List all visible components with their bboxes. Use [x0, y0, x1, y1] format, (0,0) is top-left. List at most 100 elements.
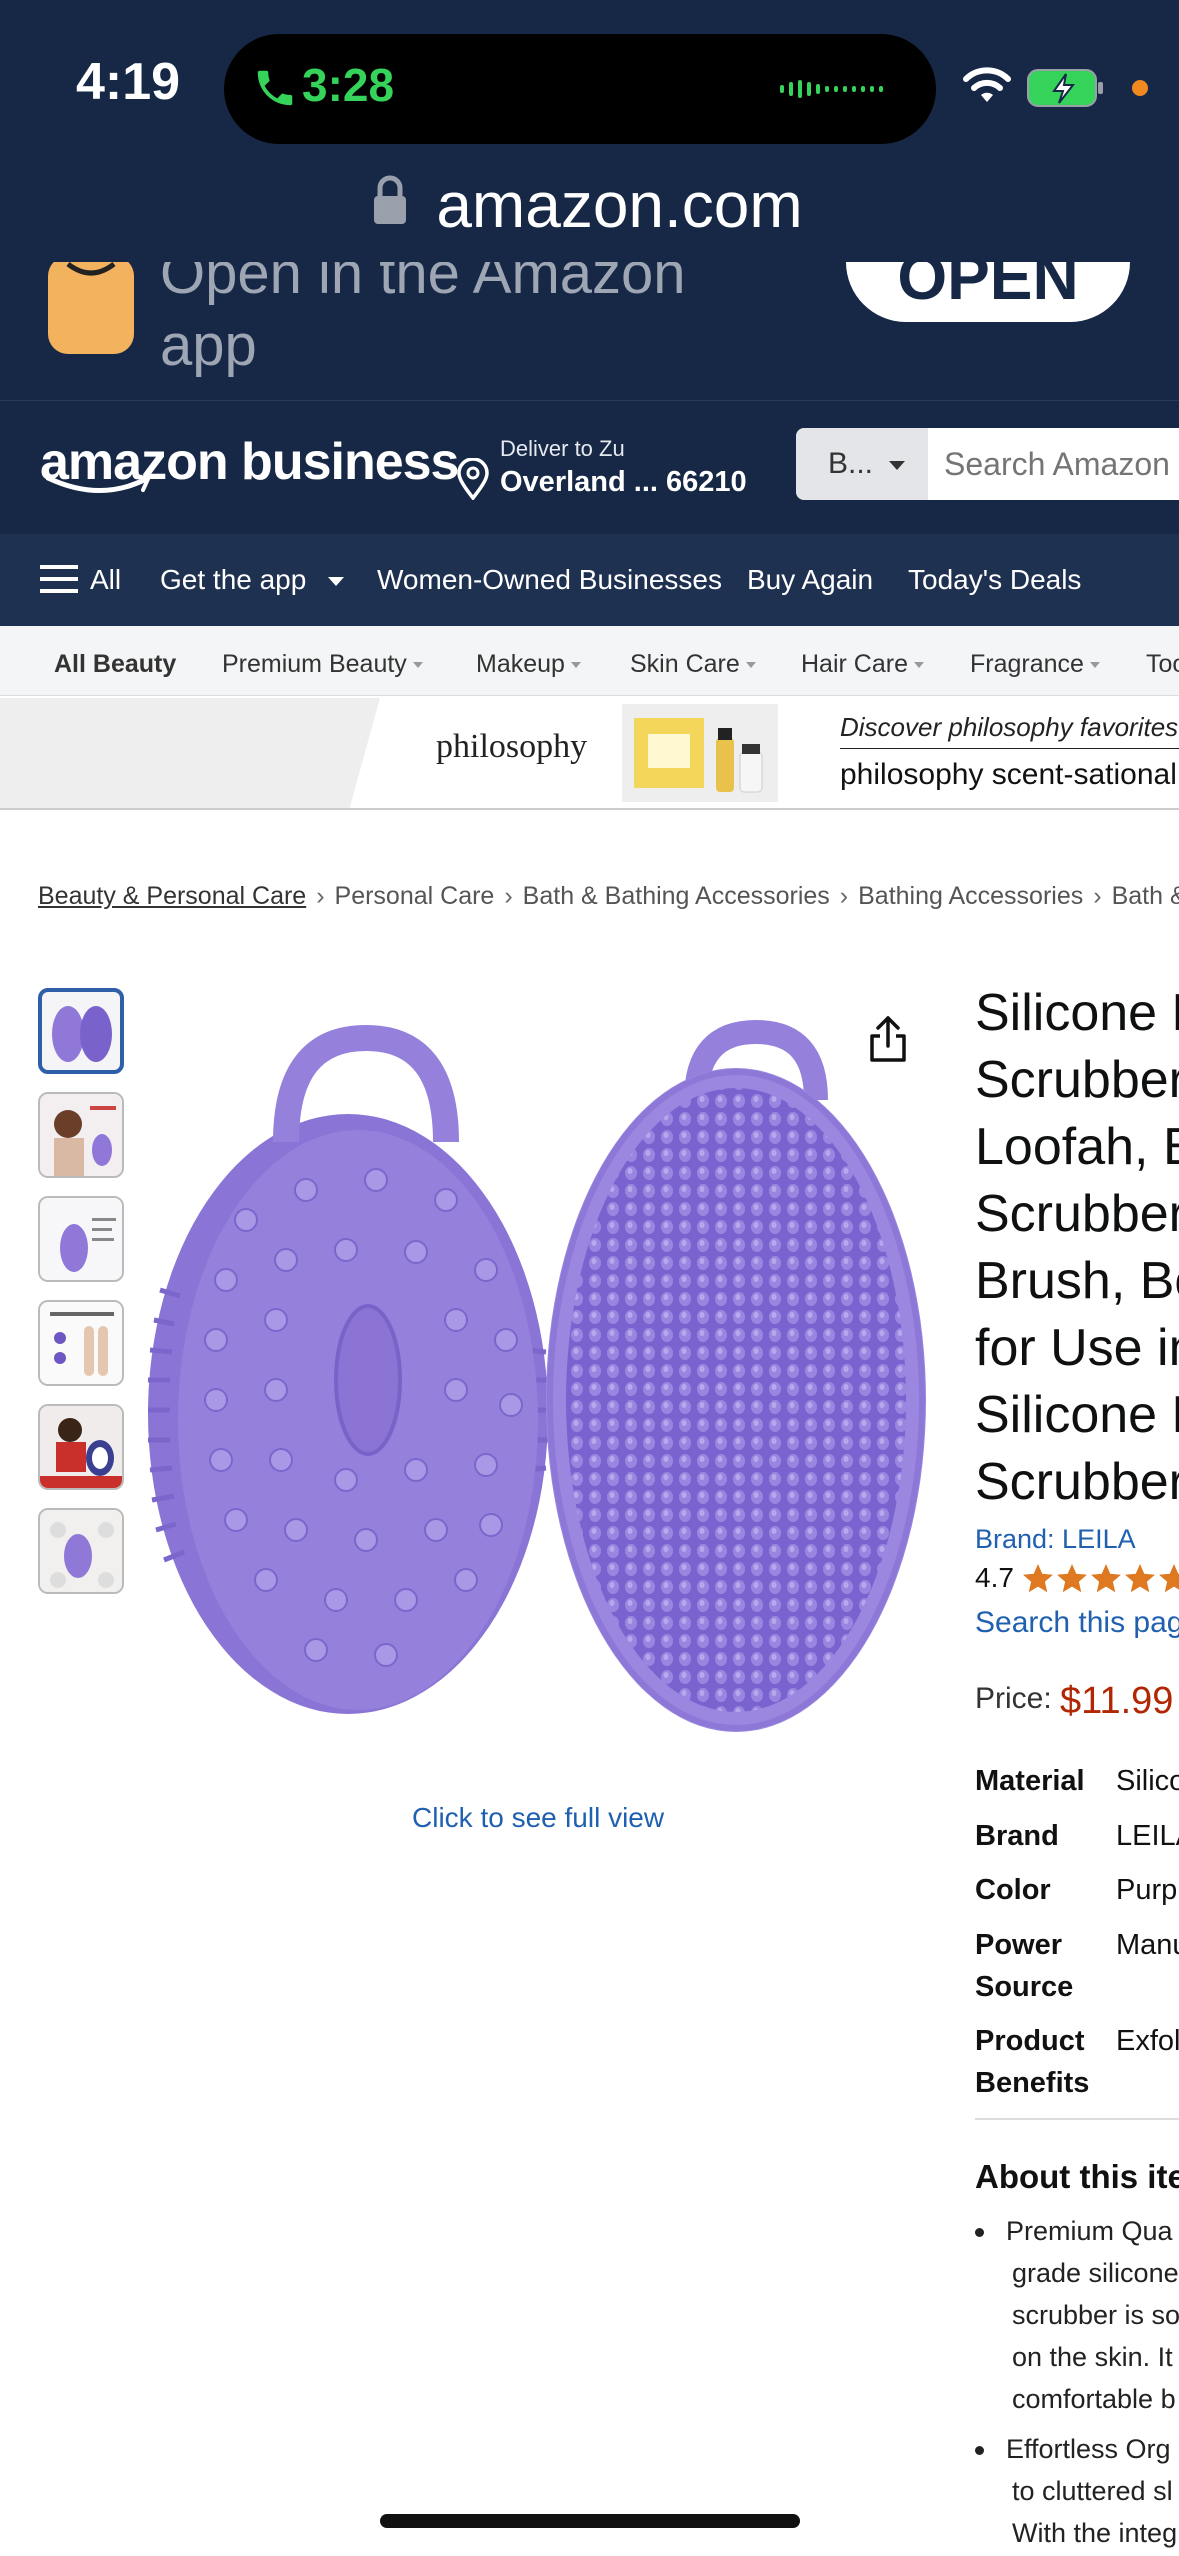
- ad-brand-logo: philosophy: [436, 728, 588, 765]
- spec-value-power-source: Manu: [1116, 1929, 1179, 1961]
- subnav-makeup-label: Makeup: [476, 650, 565, 678]
- star-icon: [1057, 1564, 1087, 1593]
- bullet-line: With the integ: [1012, 2518, 1178, 2548]
- brand-link[interactable]: Brand: LEILA: [975, 1524, 1136, 1555]
- ad-product-image: [622, 704, 778, 802]
- about-bullet: Premium Qua grade silicone scrubber is s…: [975, 2210, 1179, 2420]
- title-line: Silicone B: [975, 984, 1179, 1042]
- open-app-text: Open in the Amazon app: [160, 262, 686, 378]
- chevron-down-icon: [913, 662, 924, 669]
- bullet-text: Effortless Org: [1006, 2434, 1171, 2464]
- search-category-dropdown[interactable]: B...: [796, 428, 928, 500]
- star-icon: [1159, 1564, 1179, 1593]
- spec-value-product-benefits: Exfol: [1116, 2025, 1179, 2057]
- search-this-page-link[interactable]: Search this pag: [975, 1606, 1179, 1640]
- open-app-banner: Open in the Amazon app OPEN: [0, 262, 1179, 400]
- deliver-to-label[interactable]: Deliver to Zu: [500, 436, 625, 462]
- star-icon: [1023, 1564, 1053, 1593]
- bullet-line: Effortless Org: [975, 2428, 1177, 2470]
- ad-headline: Discover philosophy favorites: [840, 712, 1179, 742]
- phone-icon: [257, 70, 293, 106]
- amazon-smile-icon: [45, 474, 151, 493]
- chevron-down-icon: [745, 662, 756, 669]
- thumbnail-image: [40, 1198, 122, 1280]
- breadcrumb-separator: ›: [504, 882, 513, 910]
- status-time: 4:19: [76, 53, 181, 111]
- rating-value[interactable]: 4.7: [975, 1562, 1014, 1594]
- subnav-tools[interactable]: Too: [1146, 650, 1179, 679]
- thumbnail-image: [40, 1302, 122, 1384]
- title-line: Scrubber,: [975, 1051, 1179, 1109]
- nav-all[interactable]: All: [90, 564, 121, 596]
- about-heading: About this ite: [975, 2158, 1179, 2195]
- nav-buy-again[interactable]: Buy Again: [747, 564, 873, 596]
- home-indicator[interactable]: [380, 2514, 800, 2528]
- chevron-down-icon: [889, 460, 906, 470]
- subnav-makeup[interactable]: Makeup: [476, 650, 581, 679]
- search-input[interactable]: [928, 428, 1179, 500]
- price-value: $11.99: [1060, 1680, 1174, 1722]
- subnav-fragrance[interactable]: Fragrance: [970, 650, 1100, 679]
- deliver-to-location[interactable]: Overland ... 66210: [500, 466, 747, 499]
- title-line: Brush, Bo: [975, 1252, 1179, 1310]
- location-pin-icon: [457, 458, 489, 500]
- subnav-all-beauty[interactable]: All Beauty: [54, 650, 176, 679]
- full-view-link[interactable]: Click to see full view: [412, 1802, 664, 1834]
- breadcrumb-item[interactable]: Beauty & Personal Care: [38, 882, 306, 910]
- chevron-down-icon: [412, 662, 423, 669]
- bullet-line: Premium Qua: [975, 2210, 1179, 2252]
- battery-charging-icon: [1027, 69, 1103, 107]
- thumbnail-3[interactable]: [38, 1196, 124, 1282]
- ad-subline: philosophy scent-sational: [840, 758, 1177, 791]
- title-line: Scrubber,: [975, 1185, 1179, 1243]
- url-text: amazon.com: [436, 169, 803, 241]
- subnav-premium-beauty[interactable]: Premium Beauty: [222, 650, 423, 679]
- product-title[interactable]: Silicone B Scrubber, Loofah, B Scrubber,…: [975, 980, 1179, 1516]
- search-category-label: B...: [828, 447, 874, 480]
- subnav-skin-care[interactable]: Skin Care: [630, 650, 756, 679]
- section-divider: [975, 2118, 1179, 2120]
- breadcrumb-item[interactable]: Personal Care: [335, 882, 495, 910]
- nav-get-the-app[interactable]: Get the app: [160, 564, 345, 596]
- spec-key-power-source: Power Source: [975, 1929, 1074, 2003]
- star-rating[interactable]: [1022, 1563, 1179, 1595]
- bullet-dot: [975, 2446, 984, 2456]
- hamburger-menu-icon[interactable]: [40, 564, 78, 594]
- title-line: Loofah, B: [975, 1118, 1179, 1176]
- star-icon: [1091, 1564, 1121, 1593]
- url-bar[interactable]: amazon.com: [0, 168, 1179, 242]
- thumbnail-2[interactable]: [38, 1092, 124, 1178]
- thumbnail-6[interactable]: [38, 1508, 124, 1594]
- bullet-line: on the skin. It: [1012, 2342, 1173, 2372]
- spec-value-brand: LEILA: [1116, 1820, 1179, 1852]
- title-line: Scrubber: [975, 1453, 1179, 1511]
- price-label: Price:: [975, 1682, 1052, 1715]
- open-app-button[interactable]: OPEN: [846, 262, 1130, 322]
- spec-key-color: Color: [975, 1874, 1051, 1906]
- main-product-image[interactable]: [136, 1020, 936, 1740]
- chevron-down-icon: [328, 577, 345, 587]
- thumbnail-5[interactable]: [38, 1404, 124, 1490]
- nav-women-owned[interactable]: Women-Owned Businesses: [377, 564, 722, 596]
- mic-indicator: [1132, 80, 1148, 96]
- subnav-hair-care[interactable]: Hair Care: [801, 650, 924, 679]
- breadcrumb-item[interactable]: Bath & Bathing Accessories: [523, 882, 830, 910]
- breadcrumb: Beauty & Personal Care › Personal Care › Bat…: [38, 882, 1179, 911]
- bullet-line: grade silicone: [1012, 2258, 1179, 2288]
- breadcrumb-item[interactable]: Bath &: [1112, 882, 1179, 910]
- thumbnail-1[interactable]: [38, 988, 124, 1074]
- breadcrumb-separator: ›: [1093, 882, 1102, 910]
- spec-key-product-benefits: Product Benefits: [975, 2025, 1090, 2099]
- thumbnail-image: [40, 1094, 122, 1176]
- bullet-line: comfortable b: [1012, 2384, 1176, 2414]
- audio-wave-icon: [780, 80, 883, 98]
- spec-value-material: Silico: [1116, 1765, 1179, 1797]
- breadcrumb-separator: ›: [316, 882, 325, 910]
- subnav-skin-care-label: Skin Care: [630, 650, 740, 678]
- subnav-hair-care-label: Hair Care: [801, 650, 908, 678]
- spec-key-brand: Brand: [975, 1820, 1059, 1852]
- nav-todays-deals[interactable]: Today's Deals: [908, 564, 1081, 596]
- thumbnail-4[interactable]: [38, 1300, 124, 1386]
- breadcrumb-item[interactable]: Bathing Accessories: [858, 882, 1083, 910]
- spec-key-material: Material: [975, 1765, 1085, 1797]
